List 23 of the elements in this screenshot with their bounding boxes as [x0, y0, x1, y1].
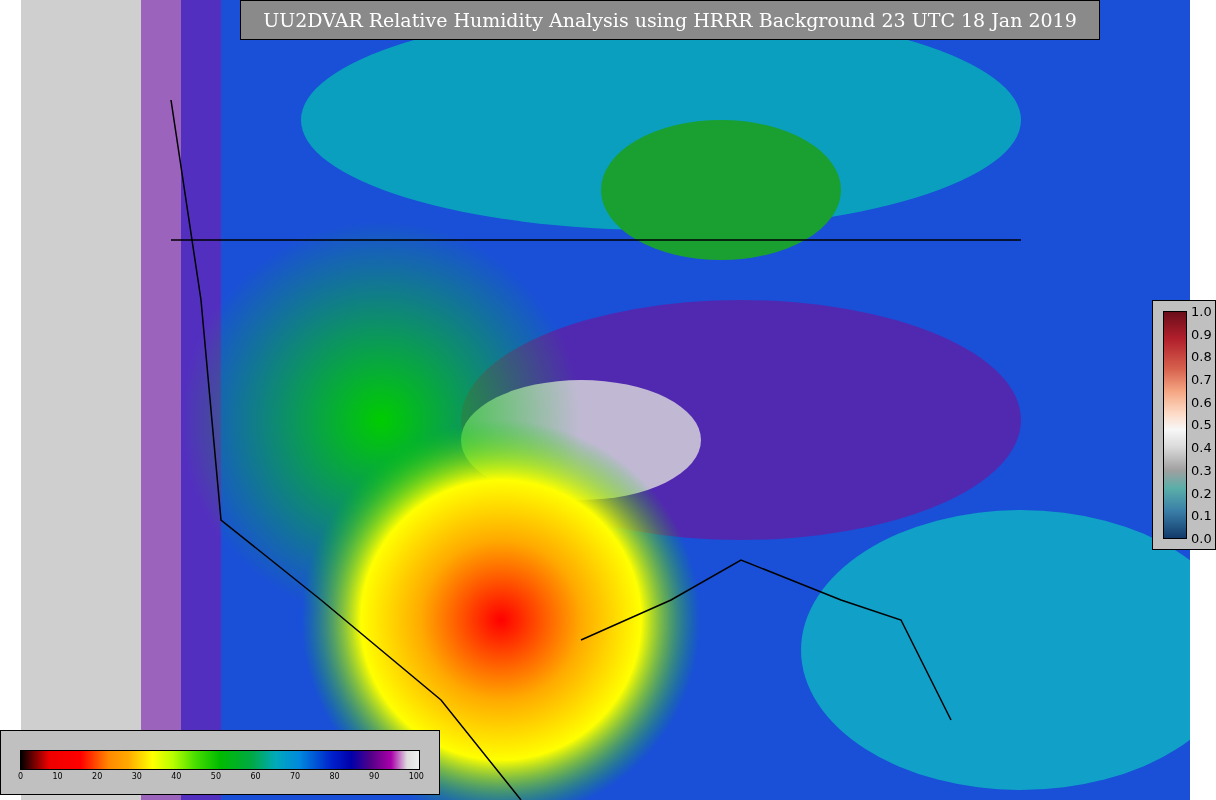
tick-label: 80	[329, 772, 340, 781]
tick-label: 100	[408, 772, 424, 781]
tick-label: 0.1	[1191, 508, 1212, 524]
tick-label: 0.9	[1191, 326, 1212, 342]
tick-label: 0.2	[1191, 485, 1212, 501]
tick-label: 70	[289, 772, 301, 781]
tick-label: 1.0	[1191, 304, 1212, 319]
tick-label: 30	[131, 772, 142, 781]
tick-label: 20	[92, 772, 103, 781]
tick-label: 50	[210, 772, 221, 781]
map-title: UU2DVAR Relative Humidity Analysis using HRRR Background 23 UTC 18 Jan 2019	[240, 0, 1100, 40]
tick-label: 0.8	[1191, 349, 1212, 365]
tick-label: 40	[171, 772, 182, 781]
tick-label: 60	[250, 772, 261, 781]
tick-label: 0.3	[1191, 462, 1212, 478]
tick-label: 0.4	[1191, 440, 1212, 456]
tick-label: 0.7	[1191, 372, 1212, 388]
tick-label: 90	[369, 772, 380, 781]
tick-label: 0.0	[1191, 530, 1212, 546]
tick-label: 0	[18, 772, 24, 781]
tick-label: 0.5	[1191, 417, 1212, 433]
tick-label: 0.6	[1191, 394, 1212, 410]
tick-label: 10	[52, 772, 63, 781]
